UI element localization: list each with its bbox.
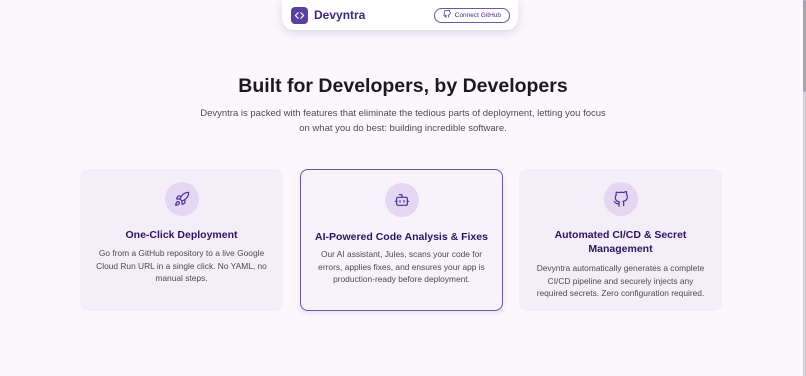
feature-title: AI-Powered Code Analysis & Fixes <box>315 231 488 243</box>
feature-title: One-Click Deployment <box>125 229 238 241</box>
code-icon <box>291 6 308 24</box>
navbar: Devyntra Connect GitHub <box>282 0 518 30</box>
feature-description: Go from a GitHub repository to a live Go… <box>96 248 267 284</box>
section-subtitle: Devyntra is packed with features that el… <box>200 108 606 134</box>
brand-name: Devyntra <box>314 8 366 22</box>
feature-card-ai-code-analysis[interactable]: AI-Powered Code Analysis & Fixes Our AI … <box>300 169 503 311</box>
section-title: Built for Developers, by Developers <box>238 75 568 97</box>
feature-card-automated-cicd[interactable]: Automated CI/CD & Secret Management Devy… <box>519 169 722 311</box>
connect-github-button[interactable]: Connect GitHub <box>433 7 510 23</box>
robot-icon <box>384 183 419 217</box>
feature-description: Devyntra automatically generates a compl… <box>536 263 705 299</box>
connect-github-label: Connect GitHub <box>454 11 501 19</box>
github-icon <box>603 182 638 216</box>
brand[interactable]: Devyntra <box>291 6 366 24</box>
feature-card-one-click-deployment[interactable]: One-Click Deployment Go from a GitHub re… <box>80 169 283 311</box>
github-icon <box>443 9 451 20</box>
rocket-icon <box>164 182 199 216</box>
feature-description: Our AI assistant, Jules, scans your code… <box>318 249 485 285</box>
feature-title: Automated CI/CD & Secret Management <box>554 229 687 255</box>
